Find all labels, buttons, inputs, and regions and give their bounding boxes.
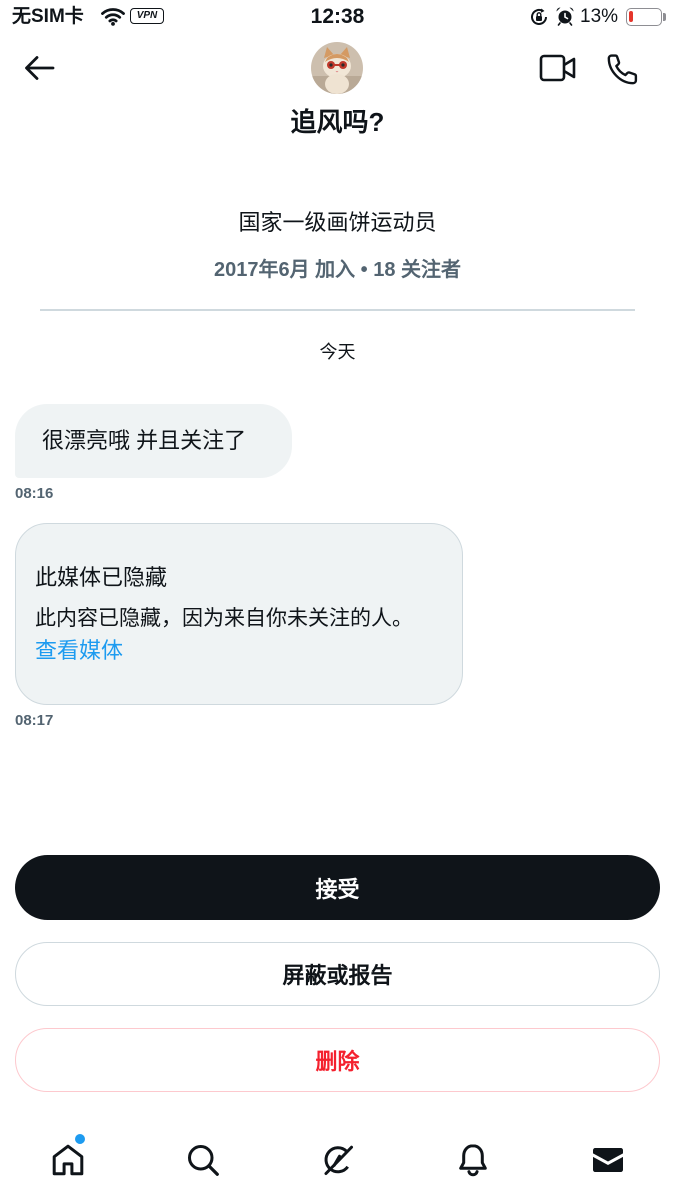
grok-icon [324, 1145, 353, 1175]
phone-icon [607, 54, 638, 85]
mail-icon [592, 1148, 623, 1172]
block-or-report-button[interactable]: 屏蔽或报告 [15, 942, 660, 1006]
battery-nub [663, 13, 666, 21]
message-timestamp: 08:16 [15, 485, 54, 502]
nav-search[interactable] [135, 1125, 270, 1195]
alarm-icon [556, 7, 574, 26]
divider [40, 309, 635, 311]
view-media-link[interactable]: 查看媒体 [35, 637, 123, 665]
back-button[interactable] [22, 52, 58, 84]
message-bubble[interactable]: 很漂亮哦 并且关注了 [15, 404, 292, 478]
accept-button[interactable]: 接受 [15, 855, 660, 920]
home-icon [52, 1144, 83, 1176]
video-call-button[interactable] [539, 54, 577, 82]
date-separator: 今天 [319, 342, 356, 362]
notification-dot [75, 1134, 85, 1144]
conversation-title[interactable]: 追风吗? [0, 105, 675, 139]
hidden-media-body: 此内容已隐藏，因为来自你未关注的人。 [35, 607, 413, 630]
phone-call-button[interactable] [606, 52, 640, 86]
bell-icon [458, 1144, 487, 1177]
rotation-lock-icon [531, 8, 547, 25]
back-arrow-icon [25, 56, 55, 80]
profile-meta: 2017年6月 加入 • 18 关注者 [213, 259, 462, 281]
video-call-icon [539, 54, 576, 82]
nav-messages[interactable] [540, 1125, 675, 1195]
nav-grok[interactable] [270, 1125, 405, 1195]
hidden-media-title: 此媒体已隐藏 [35, 565, 168, 590]
search-icon [187, 1145, 219, 1176]
battery-level-fill [629, 11, 633, 22]
battery-icon [626, 8, 662, 26]
nav-notifications[interactable] [405, 1125, 540, 1195]
profile-bio: 国家一级画饼运动员 [238, 210, 437, 235]
message-timestamp: 08:17 [15, 712, 54, 729]
hidden-media-bubble: 此媒体已隐藏 此内容已隐藏，因为来自你未关注的人。 查看媒体 [15, 523, 463, 705]
delete-button[interactable]: 删除 [15, 1028, 660, 1092]
avatar-image [311, 42, 363, 94]
bottom-nav [0, 1125, 675, 1195]
battery-percent: 13% [580, 6, 619, 27]
nav-home[interactable] [0, 1125, 135, 1195]
avatar[interactable] [311, 42, 363, 94]
